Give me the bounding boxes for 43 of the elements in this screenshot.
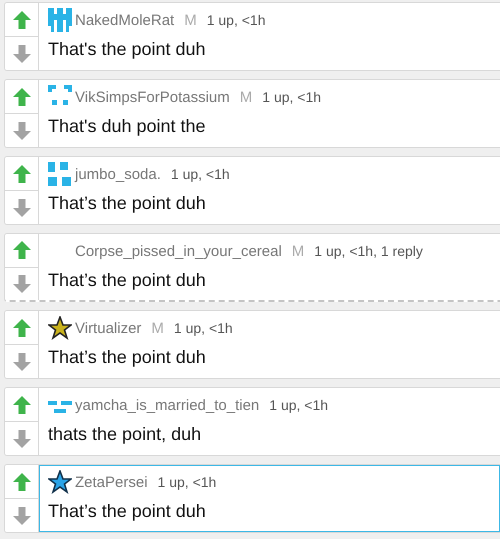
mod-label: M [184, 12, 197, 28]
username-link[interactable]: yamcha_is_married_to_tien [75, 396, 260, 414]
comment-meta: 1 up, <1h [174, 320, 233, 336]
username-link[interactable]: NakedMoleRat [75, 12, 174, 28]
down-arrow-icon [12, 274, 32, 294]
star-icon [48, 316, 72, 340]
mod-label: M [292, 242, 304, 260]
comment-meta: 1 up, <1h [206, 12, 266, 28]
down-arrow-icon [12, 120, 32, 140]
star-icon [48, 470, 72, 494]
pixel-avatar-icon [48, 162, 72, 186]
down-arrow-icon [12, 352, 32, 372]
comment-text: That's duh point the [48, 116, 207, 137]
down-arrow-icon [12, 506, 32, 526]
comment-meta: 1 up, <1h [170, 166, 230, 182]
up-arrow-icon [12, 394, 32, 414]
up-arrow-icon [12, 472, 32, 492]
comment-text: That’s the point duh [48, 347, 207, 368]
up-arrow-icon [12, 86, 32, 106]
username-link[interactable]: Virtualizer [75, 320, 142, 336]
comment-text: thats the point, duh [48, 424, 202, 445]
comment-text: That's the point duh [48, 39, 207, 60]
down-arrow-icon [12, 428, 32, 448]
up-arrow-icon [12, 164, 32, 184]
username-link[interactable]: jumbo_soda. [75, 166, 161, 182]
username-link[interactable]: ZetaPersei [75, 474, 148, 490]
comment-meta: 1 up, <1h [269, 397, 328, 413]
comment-text: That’s the point duh [48, 270, 207, 291]
comment-meta: 1 up, <1h [262, 89, 322, 105]
mod-label: M [151, 320, 164, 336]
comment-text: That’s the point duh [48, 193, 207, 214]
up-arrow-icon [12, 318, 32, 338]
pixel-avatar-icon [48, 8, 72, 32]
comment-meta: 1 up, <1h [158, 474, 216, 490]
comment-meta: 1 up, <1h, 1 reply [314, 243, 423, 259]
down-arrow-icon [12, 44, 32, 64]
down-arrow-icon [12, 198, 32, 218]
username-link[interactable]: Corpse_pissed_in_your_cereal [75, 242, 282, 260]
up-arrow-icon [12, 10, 32, 30]
comment-text: That’s the point duh [48, 501, 207, 522]
up-arrow-icon [12, 240, 32, 260]
username-link[interactable]: VikSimpsForPotassium [75, 88, 230, 106]
mod-label: M [240, 88, 252, 106]
